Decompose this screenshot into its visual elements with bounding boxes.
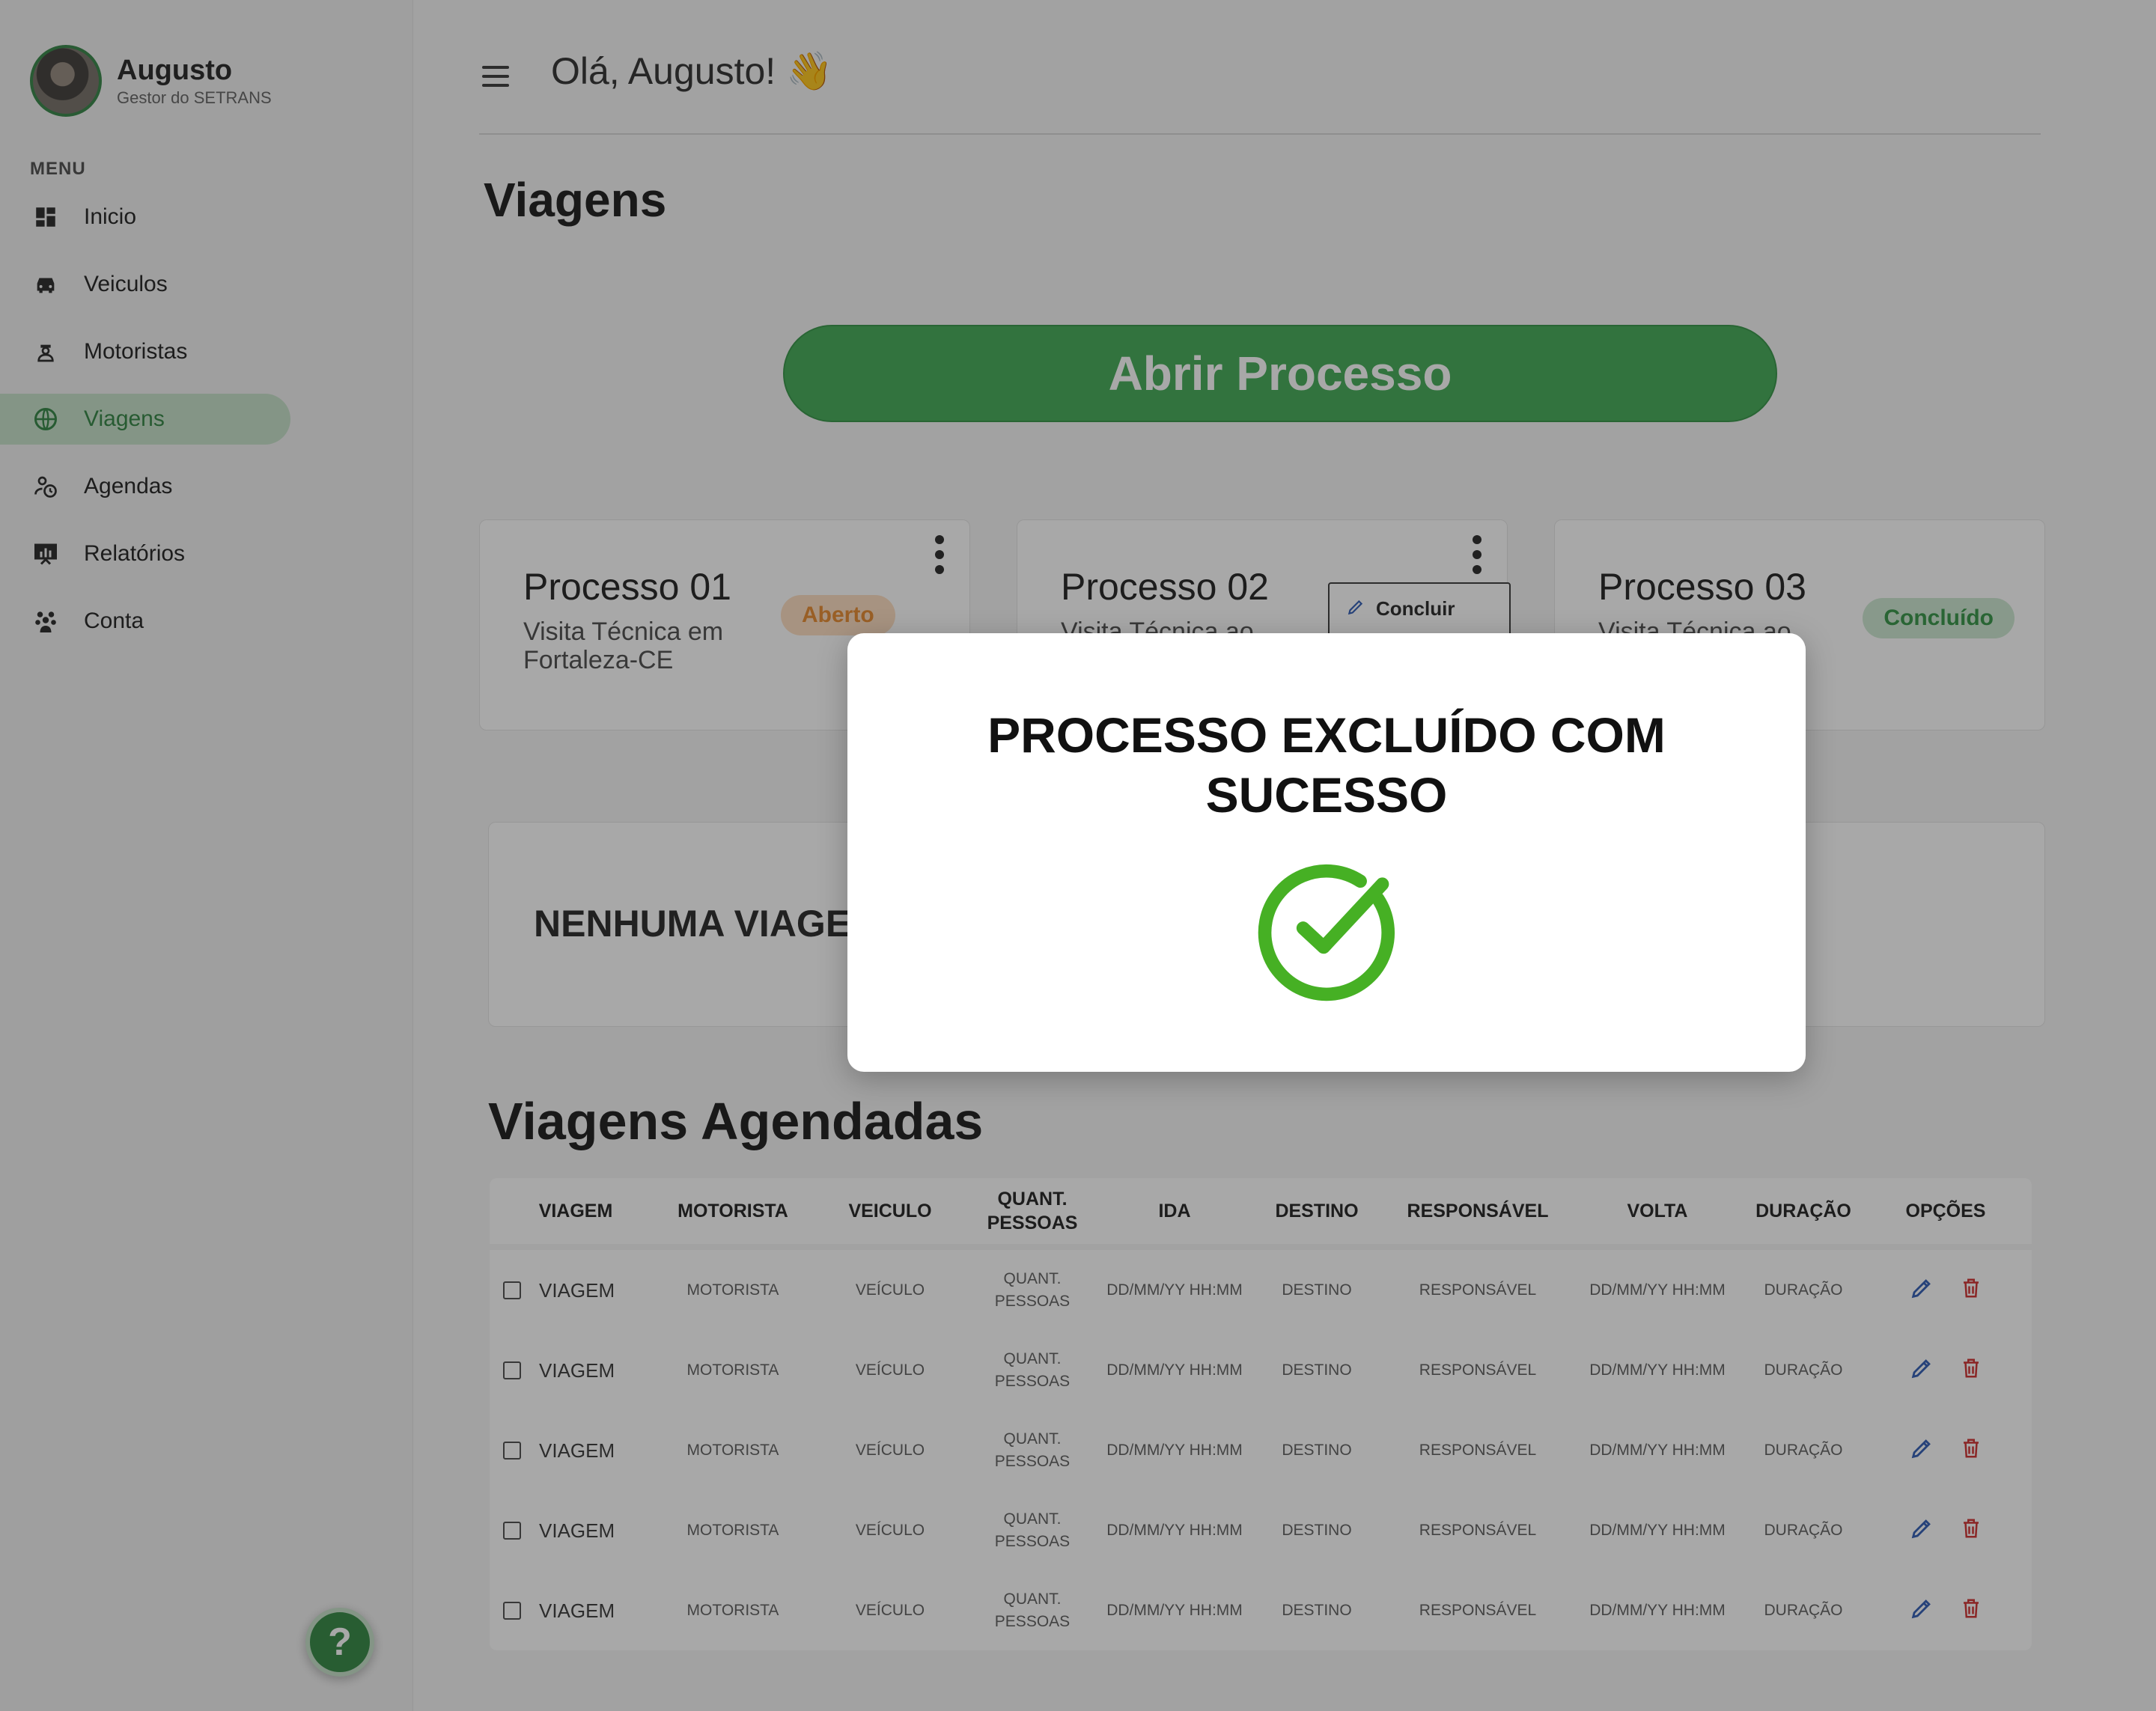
check-circle-icon bbox=[1258, 864, 1395, 1001]
modal-message: PROCESSO EXCLUÍDO COM SUCESSO bbox=[987, 707, 1666, 823]
success-modal: PROCESSO EXCLUÍDO COM SUCESSO bbox=[847, 633, 1806, 1072]
